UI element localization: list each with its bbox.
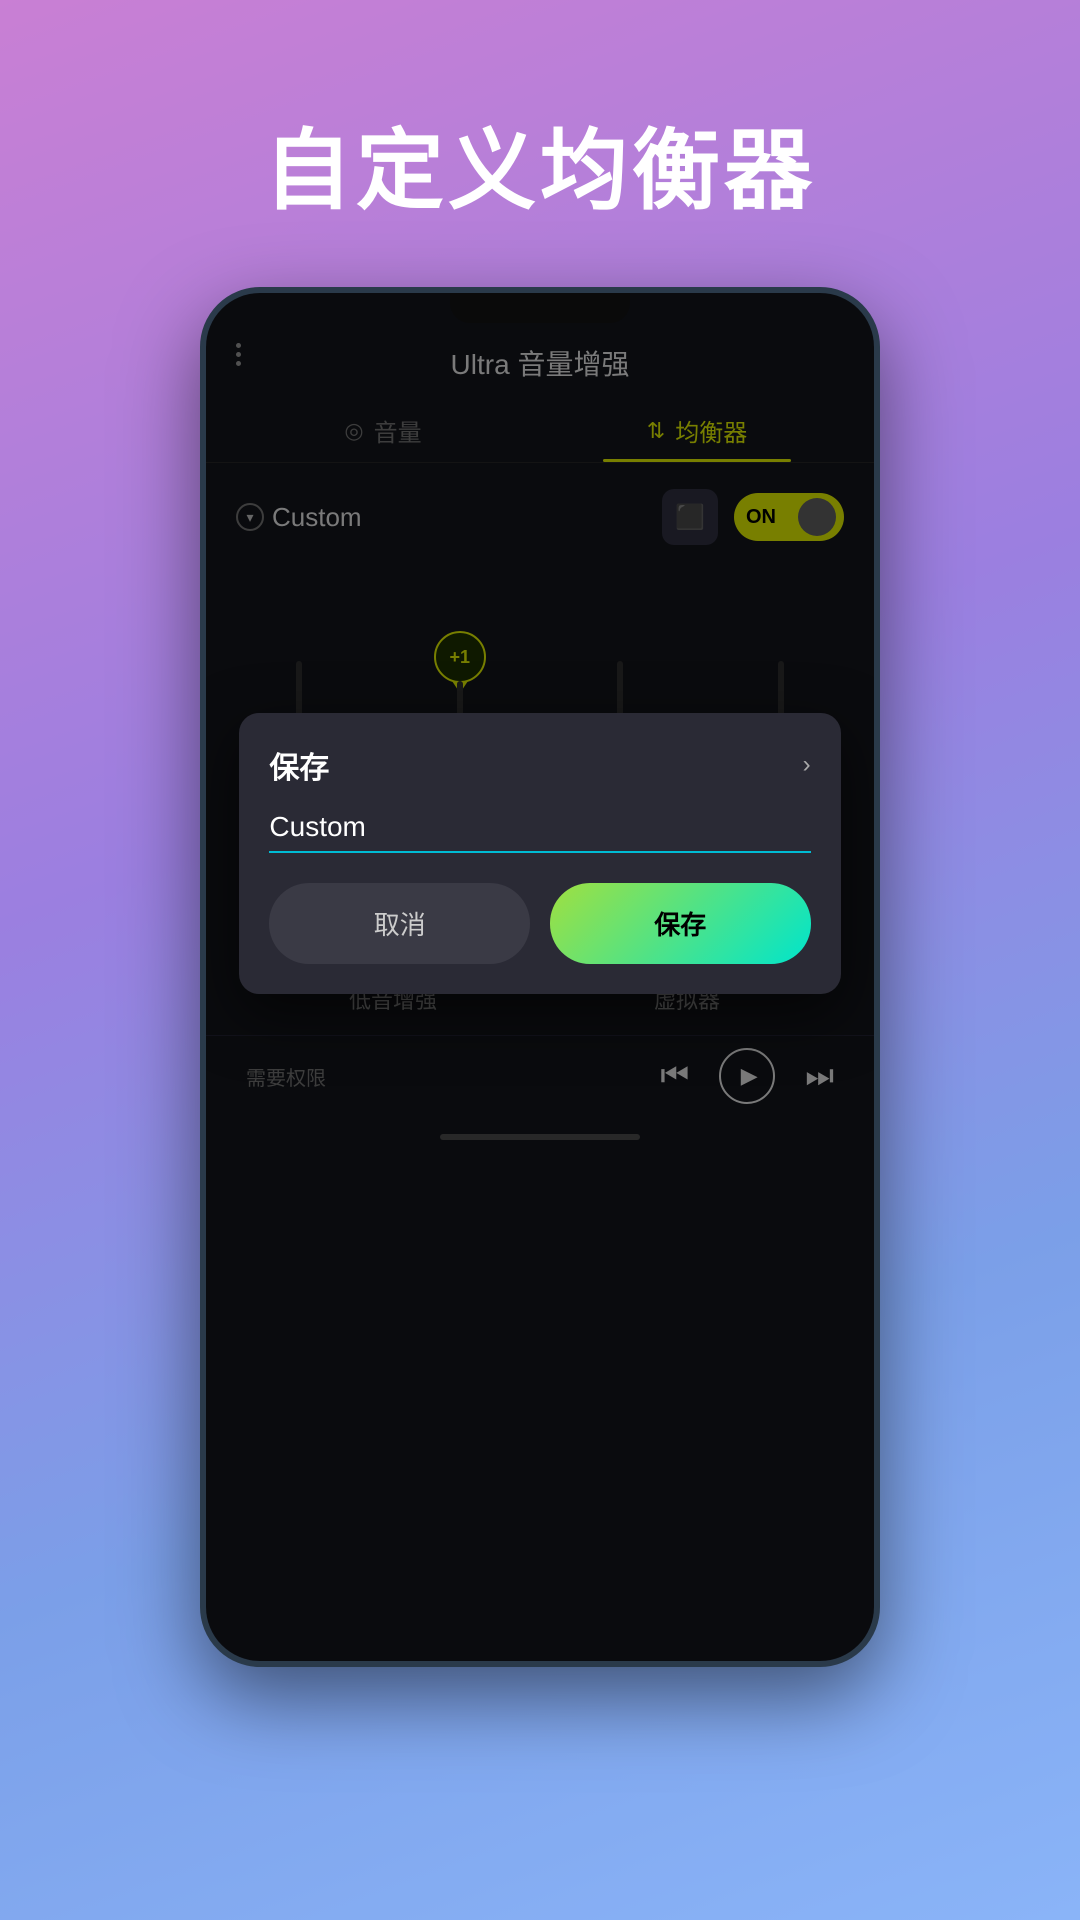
save-button[interactable]: 保存: [550, 883, 811, 964]
dialog-overlay: 保存 › 取消 保存: [206, 293, 874, 1661]
volume-up-button: [200, 493, 204, 553]
dialog-title: 保存: [269, 743, 329, 787]
app-screen: Ultra 音量增强 ◎ 音量 ⇅ 均衡器 ▾ Custom ⬛ O: [206, 293, 874, 1661]
dialog-input-row: [269, 811, 810, 853]
power-button: [876, 533, 880, 623]
dialog-header: 保存 ›: [269, 743, 810, 787]
save-dialog: 保存 › 取消 保存: [239, 713, 840, 994]
cancel-button[interactable]: 取消: [269, 883, 530, 964]
dialog-buttons: 取消 保存: [269, 883, 810, 964]
page-title: 自定义均衡器: [264, 100, 816, 227]
volume-down-button: [200, 573, 204, 633]
dialog-name-input[interactable]: [269, 811, 810, 843]
dialog-arrow-right-icon: ›: [803, 751, 811, 779]
phone-frame: Ultra 音量增强 ◎ 音量 ⇅ 均衡器 ▾ Custom ⬛ O: [200, 287, 880, 1667]
